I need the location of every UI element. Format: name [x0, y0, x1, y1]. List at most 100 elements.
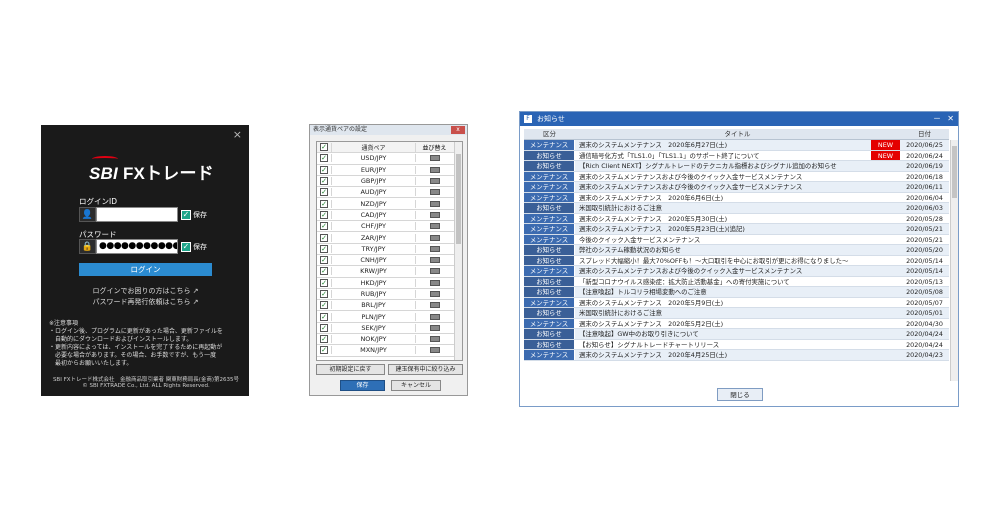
sort-handle-icon[interactable]: [416, 291, 453, 297]
pair-row[interactable]: ✓ GBP/JPY: [317, 176, 462, 188]
notice-title-cell[interactable]: 週末のシステムメンテナンス 2020年5月9日(土): [575, 298, 871, 308]
pair-row[interactable]: ✓ CHF/JPY: [317, 221, 462, 233]
notice-row[interactable]: お知らせ 弊社のシステム稼動状況のお知らせ 2020/05/20: [524, 245, 949, 256]
close-button[interactable]: 閉じる: [717, 388, 763, 401]
sort-handle-icon[interactable]: [416, 347, 453, 354]
sort-handle-icon[interactable]: [416, 189, 453, 196]
notice-scrollbar[interactable]: [950, 140, 958, 381]
pair-checkbox[interactable]: ✓: [317, 346, 331, 355]
pair-checkbox[interactable]: ✓: [317, 267, 331, 276]
notice-title-cell[interactable]: 週末のシステムメンテナンス 2020年6月27日(土): [575, 140, 871, 150]
pair-row[interactable]: ✓ EUR/JPY: [317, 165, 462, 176]
notice-title-cell[interactable]: 【お知らせ】シグナルトレードチャートリリース: [575, 340, 871, 350]
login-id-input[interactable]: [96, 207, 178, 222]
sort-handle-icon[interactable]: [416, 268, 453, 275]
notice-title-cell[interactable]: 【Rich Client NEXT】シグナルトレードのテクニカル指標およびシグナ…: [575, 161, 871, 171]
notice-title-cell[interactable]: 週末のシステムメンテナンス 2020年6月6日(土): [575, 193, 871, 203]
save-password-checkbox[interactable]: ✓: [181, 241, 191, 252]
pair-row[interactable]: ✓ PLN/JPY: [317, 311, 462, 323]
notice-row[interactable]: お知らせ 「新型コロナウイルス感染症：拡大防止活動基金」への寄付実施について 202…: [524, 276, 949, 287]
pair-checkbox[interactable]: ✓: [317, 278, 331, 287]
pair-checkbox[interactable]: ✓: [317, 154, 331, 163]
pair-row[interactable]: ✓ SEK/JPY: [317, 323, 462, 335]
notice-row[interactable]: メンテナンス 週末のシステムメンテナンス 2020年5月9日(土) 2020/05/…: [524, 297, 949, 308]
pair-checkbox[interactable]: ✓: [317, 290, 331, 298]
notice-title-cell[interactable]: 週末のシステムメンテナンス 2020年4月25日(土): [575, 350, 871, 360]
notice-row[interactable]: メンテナンス 週末のシステムメンテナンスおよび今後のクイック入金サービスメンテナン…: [524, 182, 949, 193]
notice-title-cell[interactable]: 【注意喚起】トルコリラ相場変動へのご注意: [575, 287, 871, 297]
sort-handle-icon[interactable]: [416, 211, 453, 218]
notice-title-cell[interactable]: 通信暗号化方式「TLS1.0」「TLS1.1」のサポート終了について: [575, 151, 871, 161]
notice-row[interactable]: お知らせ 米国取引統計におけるご注意 2020/05/01: [524, 308, 949, 319]
pair-row[interactable]: ✓ MXN/JPY: [317, 345, 462, 357]
scroll-thumb[interactable]: [456, 154, 461, 244]
notice-row[interactable]: お知らせ 通信暗号化方式「TLS1.0」「TLS1.1」のサポート終了について NE…: [524, 150, 949, 161]
pair-checkbox[interactable]: ✓: [317, 177, 331, 186]
notice-row[interactable]: お知らせ 【Rich Client NEXT】シグナルトレードのテクニカル指標およ…: [524, 161, 949, 172]
pair-checkbox[interactable]: ✓: [317, 188, 331, 197]
sort-handle-icon[interactable]: [416, 155, 453, 162]
minimize-icon[interactable]: －: [933, 112, 941, 126]
sort-handle-icon[interactable]: [416, 200, 453, 207]
notice-row[interactable]: メンテナンス 週末のシステムメンテナンスおよび今後のクイック入金サービスメンテナン…: [524, 266, 949, 277]
sort-handle-icon[interactable]: [416, 279, 453, 286]
pair-checkbox[interactable]: ✓: [317, 301, 331, 310]
pair-row[interactable]: ✓ RUB/JPY: [317, 289, 462, 301]
pair-checkbox[interactable]: ✓: [317, 256, 331, 265]
notice-row[interactable]: お知らせ 米国取引統計におけるご注意 2020/06/03: [524, 203, 949, 214]
notice-title-cell[interactable]: 週末のシステムメンテナンスおよび今後のクイック入金サービスメンテナンス: [575, 172, 871, 182]
notice-row[interactable]: お知らせ 【注意喚起】トルコリラ相場変動へのご注意 2020/05/08: [524, 287, 949, 298]
notice-row[interactable]: お知らせ 【注意喚起】GW中のお取り引きについて 2020/04/24: [524, 329, 949, 340]
notice-row[interactable]: お知らせ 【お知らせ】シグナルトレードチャートリリース 2020/04/24: [524, 339, 949, 350]
sort-handle-icon[interactable]: [416, 302, 453, 309]
notice-title-cell[interactable]: 今後のクイック入金サービスメンテナンス: [575, 235, 871, 245]
close-icon[interactable]: x: [451, 126, 465, 134]
pair-row[interactable]: ✓ AUD/JPY: [317, 187, 462, 199]
close-icon[interactable]: ×: [233, 128, 242, 141]
sort-handle-icon[interactable]: [416, 234, 453, 241]
notice-row[interactable]: メンテナンス 週末のシステムメンテナンス 2020年5月2日(土) 2020/04/…: [524, 318, 949, 329]
pair-row[interactable]: ✓ NOK/JPY: [317, 334, 462, 346]
notice-title-cell[interactable]: 週末のシステムメンテナンス 2020年5月23日(土)(追記): [575, 224, 871, 234]
notice-title-cell[interactable]: 週末のシステムメンテナンス 2020年5月2日(土): [575, 319, 871, 329]
notice-row[interactable]: メンテナンス 週末のシステムメンテナンス 2020年5月30日(土) 2020/05…: [524, 213, 949, 224]
notice-title-cell[interactable]: 週末のシステムメンテナンスおよび今後のクイック入金サービスメンテナンス: [575, 182, 871, 192]
filter-positions-button[interactable]: 建玉保有中に絞り込み: [388, 364, 463, 375]
password-reissue-link[interactable]: パスワード再発行依頼はこちら ↗: [79, 297, 212, 307]
pair-checkbox[interactable]: ✓: [317, 323, 331, 332]
save-button[interactable]: 保存: [340, 380, 385, 391]
notice-title-cell[interactable]: 週末のシステムメンテナンスおよび今後のクイック入金サービスメンテナンス: [575, 266, 871, 276]
notice-title-cell[interactable]: 米国取引統計におけるご注意: [575, 308, 871, 318]
pair-checkbox[interactable]: ✓: [317, 244, 331, 253]
pair-row[interactable]: ✓ CAD/JPY: [317, 210, 462, 222]
sort-handle-icon[interactable]: [416, 336, 453, 343]
pair-checkbox[interactable]: ✓: [317, 335, 331, 344]
select-all-checkbox[interactable]: ✓: [317, 143, 331, 152]
notice-row[interactable]: メンテナンス 週末のシステムメンテナンス 2020年6月6日(土) 2020/06/…: [524, 192, 949, 203]
password-input[interactable]: ●●●●●●●●●●●●: [96, 239, 178, 254]
sort-handle-icon[interactable]: [416, 257, 453, 264]
notice-title-cell[interactable]: 週末のシステムメンテナンス 2020年5月30日(土): [575, 214, 871, 224]
login-trouble-link[interactable]: ログインでお困りの方はこちら ↗: [79, 286, 212, 296]
notice-title-cell[interactable]: スプレッド大幅縮小！最大70%OFFも！～大口取引を中心にお取引が更にお得になり…: [575, 256, 871, 266]
notice-row[interactable]: メンテナンス 週末のシステムメンテナンス 2020年6月27日(土) NEW 2020…: [524, 140, 949, 151]
login-button[interactable]: ログイン: [79, 263, 212, 276]
notice-title-cell[interactable]: 「新型コロナウイルス感染症：拡大防止活動基金」への寄付実施について: [575, 277, 871, 287]
pair-checkbox[interactable]: ✓: [317, 312, 331, 321]
notice-title-cell[interactable]: 米国取引統計におけるご注意: [575, 203, 871, 213]
sort-handle-icon[interactable]: [416, 223, 453, 230]
pair-row[interactable]: ✓ USD/JPY: [317, 153, 462, 165]
pair-checkbox[interactable]: ✓: [317, 222, 331, 231]
pair-checkbox[interactable]: ✓: [317, 199, 331, 208]
notice-row[interactable]: メンテナンス 週末のシステムメンテナンス 2020年4月25日(土) 2020/04…: [524, 350, 949, 361]
pair-row[interactable]: ✓ HKD/JPY: [317, 278, 462, 289]
pair-checkbox[interactable]: ✓: [317, 165, 331, 174]
notice-row[interactable]: メンテナンス 週末のシステムメンテナンスおよび今後のクイック入金サービスメンテナン…: [524, 171, 949, 182]
notice-row[interactable]: メンテナンス 週末のシステムメンテナンス 2020年5月23日(土)(追記) 202…: [524, 224, 949, 235]
pair-row[interactable]: ✓ BRL/JPY: [317, 300, 462, 312]
pair-row[interactable]: ✓ ZAR/JPY: [317, 232, 462, 244]
cancel-button[interactable]: キャンセル: [391, 380, 441, 391]
reset-defaults-button[interactable]: 初期設定に戻す: [316, 364, 385, 375]
notice-row[interactable]: お知らせ スプレッド大幅縮小！最大70%OFFも！～大口取引を中心にお取引が更にお…: [524, 255, 949, 266]
pairs-scrollbar[interactable]: [454, 142, 462, 360]
